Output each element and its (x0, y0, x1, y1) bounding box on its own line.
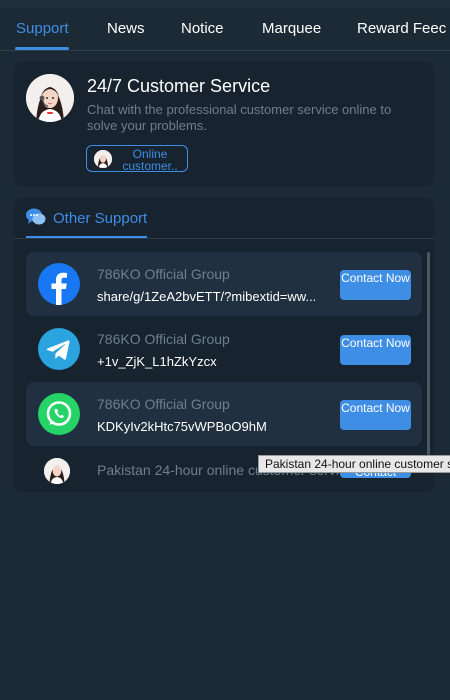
telegram-icon (38, 328, 80, 370)
customer-service-title: 24/7 Customer Service (87, 76, 271, 96)
other-support-header: Other Support (14, 198, 434, 239)
active-tab-indicator (15, 47, 69, 50)
support-row-whatsapp: 786KO Official Group KDKyIv2kHtc75vWPBoO… (26, 382, 422, 446)
group-link: KDKyIv2kHtc75vWPBoO9hM (97, 419, 267, 434)
other-support-card: Other Support 786KO Official Group share… (14, 198, 434, 492)
tab-support[interactable]: Support (16, 8, 69, 50)
group-link: +1v_ZjK_L1hZkYzcx (97, 354, 217, 369)
contact-now-button[interactable]: Contact Now (340, 270, 411, 300)
group-link: share/g/1ZeA2bvETT/?mibextid=ww... (97, 289, 317, 304)
support-row-facebook: 786KO Official Group share/g/1ZeA2bvETT/… (26, 252, 422, 316)
agent-avatar-small (94, 150, 112, 168)
support-row-telegram: 786KO Official Group +1v_ZjK_L1hZkYzcx C… (26, 317, 422, 381)
tab-notice[interactable]: Notice (181, 8, 224, 50)
group-name: 786KO Official Group (97, 396, 230, 412)
scrollbar[interactable] (427, 252, 430, 455)
group-name: 786KO Official Group (97, 331, 230, 347)
section-underline (26, 236, 147, 238)
agent-avatar-small (44, 458, 70, 484)
contact-now-button[interactable]: Contact Now (340, 400, 411, 430)
tooltip: Pakistan 24-hour online customer service (258, 455, 450, 473)
customer-service-description: Chat with the professional customer serv… (87, 102, 392, 133)
whatsapp-icon (38, 393, 80, 435)
facebook-icon (38, 263, 80, 305)
group-name: 786KO Official Group (97, 266, 230, 282)
contact-now-button[interactable]: Contact Now (340, 335, 411, 365)
tab-bar: Support News Notice Marquee Reward Feec (0, 8, 450, 51)
online-customer-label: Online customer.. (122, 147, 178, 173)
other-support-title: Other Support (53, 210, 148, 227)
tab-news[interactable]: News (107, 8, 145, 50)
customer-service-card: 24/7 Customer Service Chat with the prof… (14, 62, 434, 186)
chat-bubbles-icon (26, 208, 46, 226)
tab-marquee[interactable]: Marquee (262, 8, 321, 50)
tab-reward-feedback[interactable]: Reward Feec (357, 8, 446, 50)
agent-avatar (26, 74, 74, 122)
online-customer-button[interactable]: Online customer.. (86, 145, 188, 172)
